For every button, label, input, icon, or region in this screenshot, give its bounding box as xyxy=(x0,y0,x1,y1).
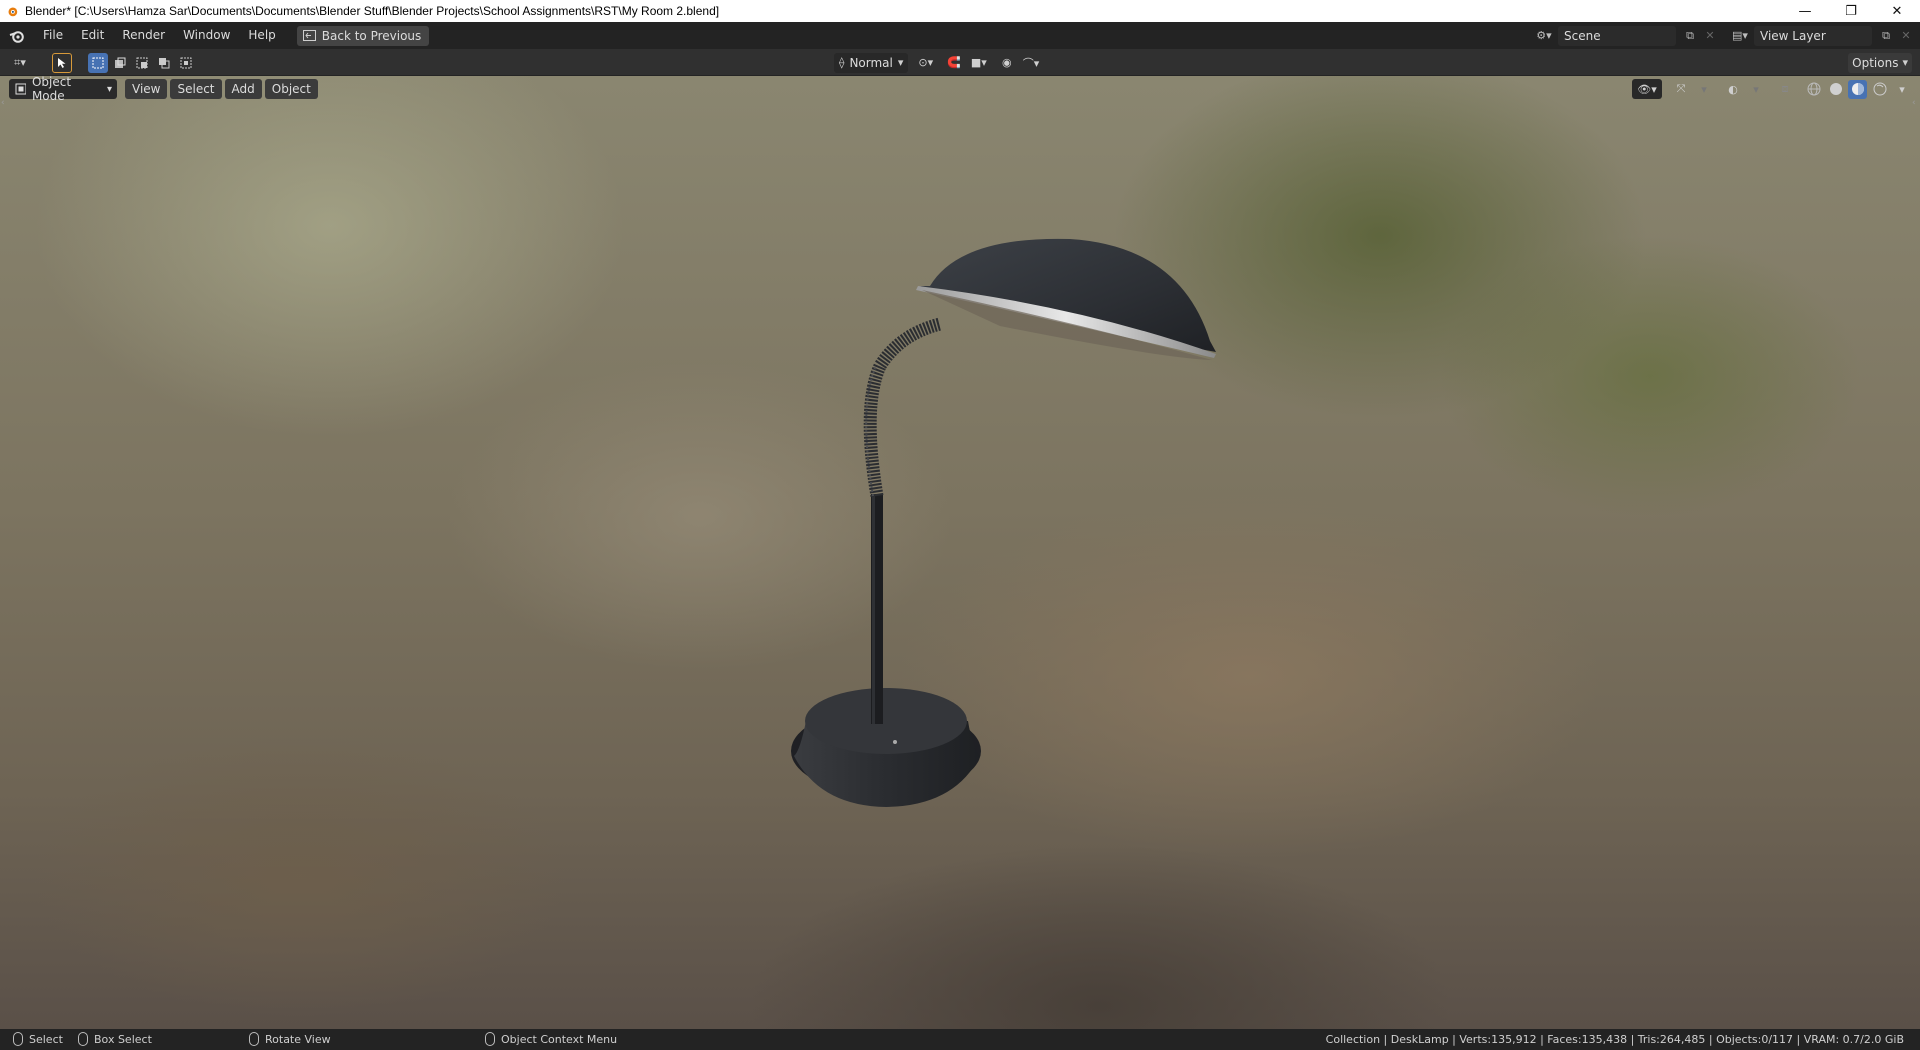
menu-file[interactable]: File xyxy=(34,22,72,49)
select-extend-icon[interactable] xyxy=(110,53,130,73)
blender-logo-menu[interactable] xyxy=(0,22,34,49)
close-button[interactable]: ✕ xyxy=(1874,0,1920,22)
hint-context-menu-label: Object Context Menu xyxy=(501,1032,618,1046)
chevron-down-icon: ▾ xyxy=(106,83,112,95)
options-label: Options xyxy=(1852,55,1899,70)
object-mode-label: Object Mode xyxy=(31,76,72,103)
viewport-menus: View Select Add Object xyxy=(125,79,318,99)
minimize-button[interactable]: — xyxy=(1782,0,1828,22)
object-mode-icon xyxy=(15,83,26,95)
viewlayer-browse-icon[interactable]: ▤▾ xyxy=(1730,26,1750,46)
new-scene-icon[interactable]: ⧉ xyxy=(1680,26,1700,46)
delete-scene-icon[interactable]: ✕ xyxy=(1700,26,1720,46)
chevron-down-icon: ▾ xyxy=(897,56,904,69)
back-icon xyxy=(302,30,316,41)
wireframe-shading-icon[interactable] xyxy=(1804,80,1823,99)
active-tool-group xyxy=(52,52,72,73)
restore-button[interactable]: ❐ xyxy=(1828,0,1874,22)
hint-box-select: Box Select xyxy=(78,1032,152,1046)
pivot-point-icon[interactable]: ⊙▾ xyxy=(914,53,937,73)
window-titlebar: Blender* [C:\Users\Hamza Sar\Documents\D… xyxy=(0,0,1920,22)
scene-browse-icon[interactable]: ⚙▾ xyxy=(1534,26,1554,46)
view-layer-field[interactable]: View Layer xyxy=(1754,25,1872,46)
visibility-dropdown-icon[interactable]: 👁▾ xyxy=(1632,79,1662,99)
menu-edit[interactable]: Edit xyxy=(72,22,113,49)
select-tool-icon[interactable] xyxy=(52,52,72,73)
window-title: Blender* [C:\Users\Hamza Sar\Documents\D… xyxy=(25,4,720,18)
scene-name-field[interactable]: Scene xyxy=(1558,25,1676,46)
menu-window[interactable]: Window xyxy=(174,22,239,49)
xray-toggle-icon[interactable]: ⧈ xyxy=(1775,79,1795,99)
mouse-middle-icon xyxy=(249,1032,259,1046)
solid-shading-icon[interactable] xyxy=(1826,80,1845,99)
viewport-menu-view[interactable]: View xyxy=(125,79,168,99)
snap-target-icon[interactable]: ■▾ xyxy=(967,53,991,73)
viewport-header: Object Mode ▾ View Select Add Object 👁▾ … xyxy=(0,76,1920,103)
hint-select: Select xyxy=(13,1032,63,1046)
back-to-previous-label: Back to Previous xyxy=(321,28,422,43)
mouse-right-icon xyxy=(485,1032,495,1046)
delete-view-layer-icon[interactable]: ✕ xyxy=(1896,26,1916,46)
menu-help[interactable]: Help xyxy=(239,22,284,49)
transform-group: ⟠ Normal ▾ ⊙▾ 🧲 ■▾ ◉ ⌒▾ xyxy=(834,52,1043,73)
mouse-left-icon xyxy=(13,1032,23,1046)
options-group: Options ▾ xyxy=(1848,52,1912,73)
status-bar: Select Box Select Rotate View Object Con… xyxy=(0,1029,1920,1050)
hint-select-label: Select xyxy=(29,1032,63,1046)
blender-app-icon xyxy=(8,7,18,17)
snap-toggle-icon[interactable]: 🧲 xyxy=(943,53,965,73)
transform-orientation-dropdown[interactable]: ⟠ Normal ▾ xyxy=(834,52,909,73)
orientation-icon: ⟠ xyxy=(839,56,845,69)
editor-type-group: ⌗▾ xyxy=(10,52,30,73)
viewport-shading-group: 👁▾ ⤧ ▾ ◐ ▾ ⧈ ▾ xyxy=(1632,79,1912,99)
tool-header: ⌗▾ ⟠ Normal ▾ ⊙▾ 🧲 ■▾ ◉ ⌒▾ Options ▾ xyxy=(0,49,1920,76)
scene-viewlayer-area: ⚙▾ Scene ⧉ ✕ ▤▾ View Layer ⧉ ✕ xyxy=(1534,22,1920,49)
hint-rotate-view-label: Rotate View xyxy=(265,1032,331,1046)
overlay-toggle-icon[interactable]: ◐ xyxy=(1723,79,1743,99)
window-controls: — ❐ ✕ xyxy=(1782,0,1920,22)
object-mode-dropdown[interactable]: Object Mode ▾ xyxy=(9,76,117,103)
material-preview-shading-icon[interactable] xyxy=(1848,79,1867,99)
new-view-layer-icon[interactable]: ⧉ xyxy=(1876,26,1896,46)
select-difference-icon[interactable] xyxy=(154,53,174,73)
gizmo-toggle-icon[interactable]: ⤧ xyxy=(1671,79,1691,99)
left-toolbar-toggle-icon[interactable]: ‹ xyxy=(1,98,9,114)
select-intersect-icon[interactable] xyxy=(176,53,196,73)
select-mode-group xyxy=(88,52,196,73)
chevron-down-icon: ▾ xyxy=(1902,56,1908,69)
viewport-menu-add[interactable]: Add xyxy=(224,79,262,99)
3d-viewport[interactable]: ‹ ‹ Object Mode ▾ View Select Add Object… xyxy=(0,76,1920,1029)
falloff-icon[interactable]: ⌒▾ xyxy=(1019,53,1044,73)
transform-orientation-value: Normal xyxy=(849,55,893,70)
blender-logo-icon xyxy=(9,30,24,43)
hint-box-select-label: Box Select xyxy=(94,1032,152,1046)
viewport-menu-select[interactable]: Select xyxy=(170,79,222,99)
menu-render[interactable]: Render xyxy=(113,22,174,49)
back-to-previous-button[interactable]: Back to Previous xyxy=(296,25,430,46)
viewport-menu-object[interactable]: Object xyxy=(264,79,318,99)
proportional-edit-icon[interactable]: ◉ xyxy=(997,53,1017,73)
editor-type-icon[interactable]: ⌗▾ xyxy=(10,53,30,73)
overlay-dropdown-icon[interactable]: ▾ xyxy=(1746,79,1766,99)
hint-context-menu: Object Context Menu xyxy=(485,1032,617,1046)
gizmo-dropdown-icon[interactable]: ▾ xyxy=(1694,79,1714,99)
desk-lamp-render xyxy=(791,238,1216,807)
top-menubar: File Edit Render Window Help Back to Pre… xyxy=(0,22,1920,49)
hint-rotate-view: Rotate View xyxy=(249,1032,331,1046)
shading-options-dropdown-icon[interactable]: ▾ xyxy=(1892,79,1912,99)
select-subtract-icon[interactable] xyxy=(132,53,152,73)
scene-statistics: Collection | DeskLamp | Verts:135,912 | … xyxy=(1325,1033,1904,1046)
right-sidebar-toggle-icon[interactable]: ‹ xyxy=(1912,98,1920,114)
view-layer-name: View Layer xyxy=(1760,28,1826,43)
mouse-left-drag-icon xyxy=(78,1032,88,1046)
rendered-shading-icon[interactable] xyxy=(1870,80,1889,99)
options-dropdown[interactable]: Options ▾ xyxy=(1848,52,1912,73)
select-set-icon[interactable] xyxy=(88,52,108,73)
scene-name: Scene xyxy=(1564,28,1601,43)
